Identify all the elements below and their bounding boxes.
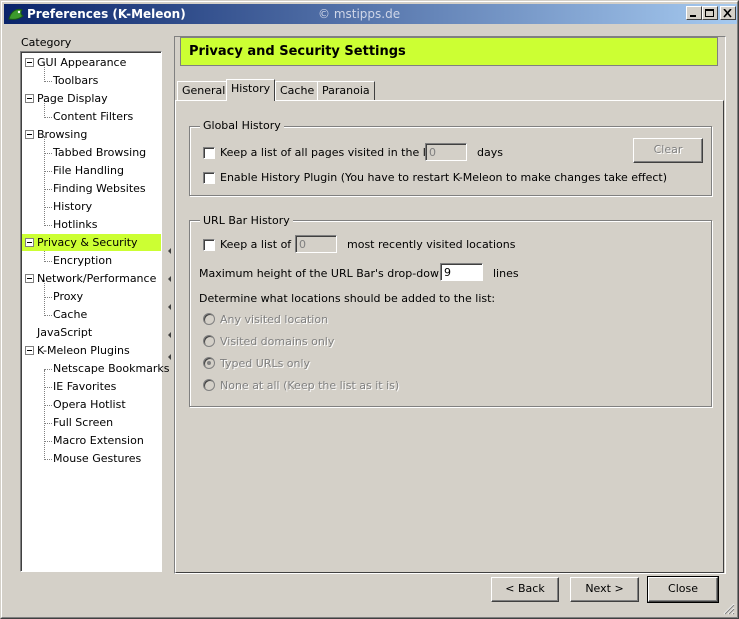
- collapse-icon[interactable]: [25, 346, 34, 355]
- history-plugin-label: Enable History Plugin (You have to resta…: [220, 171, 668, 184]
- minimize-button[interactable]: [686, 6, 702, 20]
- tab-paranoia[interactable]: Paranoia: [317, 81, 375, 101]
- close-icon: [723, 9, 732, 18]
- maximize-icon: [705, 9, 714, 17]
- maximize-button[interactable]: [702, 6, 718, 20]
- radio-any-visited-label: Any visited location: [220, 313, 329, 326]
- tree-connector: [44, 370, 45, 460]
- splitter-arrow-icon: [168, 304, 171, 310]
- radio-none-at-all-label: None at all (Keep the list as it is): [220, 379, 400, 392]
- tree-item-opera-hotlist[interactable]: Opera Hotlist: [51, 396, 128, 413]
- tree-item-proxy[interactable]: Proxy: [51, 288, 85, 305]
- preferences-window: Preferences (K-Meleon) © mstipps.de Cate…: [0, 0, 739, 619]
- resize-grip-icon[interactable]: [723, 603, 735, 615]
- determine-label: Determine what locations should be added…: [199, 292, 496, 305]
- url-count-suffix: most recently visited locations: [347, 238, 516, 251]
- days-label: days: [477, 146, 503, 159]
- category-label: Category: [21, 36, 72, 49]
- radio-typed-urls-label: Typed URLs only: [220, 357, 311, 370]
- tree-item-page-display[interactable]: Page Display: [35, 90, 110, 107]
- tree-item-encryption[interactable]: Encryption: [51, 252, 114, 269]
- collapse-icon[interactable]: [25, 130, 34, 139]
- radio-any-visited[interactable]: [203, 313, 215, 325]
- tree-item-history[interactable]: History: [51, 198, 94, 215]
- radio-none-at-all[interactable]: [203, 379, 215, 391]
- tree-item-javascript[interactable]: JavaScript: [35, 324, 94, 341]
- tree-item-full-screen[interactable]: Full Screen: [51, 414, 115, 431]
- splitter-arrow-icon: [168, 248, 171, 254]
- tree-item-file-handling[interactable]: File Handling: [51, 162, 126, 179]
- tree-item-cache[interactable]: Cache: [51, 306, 89, 323]
- radio-visited-domains[interactable]: [203, 335, 215, 347]
- category-tree-frame: GUI Appearance Toolbars Page Display Con…: [21, 52, 170, 571]
- keep-history-label: Keep a list of all pages visited in the …: [220, 146, 443, 159]
- back-button[interactable]: < Back: [491, 577, 559, 602]
- tree-item-netscape-bookmarks[interactable]: Netscape Bookmarks: [51, 360, 172, 377]
- tree-item-browsing[interactable]: Browsing: [35, 126, 89, 143]
- panel-splitter[interactable]: [166, 36, 174, 574]
- splitter-arrow-icon: [168, 332, 171, 338]
- max-height-label: Maximum height of the URL Bar's drop-dow…: [199, 267, 470, 280]
- tree-item-ie-favorites[interactable]: IE Favorites: [51, 378, 118, 395]
- tab-history[interactable]: History: [226, 79, 276, 101]
- tree-item-k-meleon-plugins[interactable]: K-Meleon Plugins: [35, 342, 132, 359]
- history-tab-page: Global History Keep a list of all pages …: [175, 100, 724, 573]
- tree-item-mouse-gestures[interactable]: Mouse Gestures: [51, 450, 143, 467]
- collapse-icon[interactable]: [25, 94, 34, 103]
- url-bar-history-legend: URL Bar History: [200, 214, 293, 227]
- tree-item-gui-appearance[interactable]: GUI Appearance: [35, 54, 128, 71]
- minimize-icon: [690, 15, 696, 17]
- history-days-input[interactable]: [425, 143, 467, 161]
- collapse-icon[interactable]: [25, 58, 34, 67]
- splitter-arrow-icon: [168, 276, 171, 282]
- tab-cache[interactable]: Cache: [275, 81, 320, 101]
- window-title: Preferences (K-Meleon): [27, 7, 186, 21]
- tree-item-network-performance[interactable]: Network/Performance: [35, 270, 158, 287]
- keep-history-checkbox[interactable]: [203, 147, 215, 159]
- keep-url-list-label: Keep a list of: [220, 238, 292, 251]
- history-plugin-checkbox[interactable]: [203, 172, 215, 184]
- tree-item-toolbars[interactable]: Toolbars: [51, 72, 100, 89]
- window-frame: Preferences (K-Meleon) © mstipps.de Cate…: [1, 1, 738, 618]
- global-history-legend: Global History: [200, 119, 284, 132]
- lines-label: lines: [493, 267, 519, 280]
- page-title: Privacy and Security Settings: [189, 44, 406, 59]
- tree-connector: [44, 136, 45, 226]
- k-meleon-icon: [8, 8, 24, 20]
- url-count-input[interactable]: [295, 235, 337, 253]
- settings-panel: Privacy and Security Settings General Hi…: [174, 36, 726, 574]
- splitter-arrow-icon: [168, 354, 171, 360]
- tab-general[interactable]: General: [177, 81, 231, 101]
- tree-item-macro-extension[interactable]: Macro Extension: [51, 432, 146, 449]
- clear-history-button[interactable]: Clear: [633, 138, 703, 163]
- radio-typed-urls[interactable]: [203, 357, 215, 369]
- tree-item-tabbed-browsing[interactable]: Tabbed Browsing: [51, 144, 148, 161]
- radio-visited-domains-label: Visited domains only: [220, 335, 335, 348]
- collapse-icon[interactable]: [25, 274, 34, 283]
- title-bar[interactable]: Preferences (K-Meleon) © mstipps.de: [4, 4, 737, 24]
- tree-item-content-filters[interactable]: Content Filters: [51, 108, 135, 125]
- close-window-button[interactable]: [720, 6, 736, 20]
- category-panel: Category GUI Appearance Toolbars Page Di…: [13, 36, 170, 574]
- next-button[interactable]: Next >: [570, 577, 639, 602]
- watermark: © mstipps.de: [318, 7, 401, 21]
- page-header: Privacy and Security Settings: [180, 37, 718, 66]
- close-button[interactable]: Close: [647, 576, 719, 603]
- tree-item-hotlinks[interactable]: Hotlinks: [51, 216, 100, 233]
- collapse-icon[interactable]: [25, 238, 34, 247]
- tree-item-privacy-security[interactable]: Privacy & Security: [22, 234, 161, 251]
- max-height-input[interactable]: [440, 263, 483, 281]
- tree-item-finding-websites[interactable]: Finding Websites: [51, 180, 148, 197]
- keep-url-list-checkbox[interactable]: [203, 239, 215, 251]
- category-tree[interactable]: GUI Appearance Toolbars Page Display Con…: [20, 51, 170, 572]
